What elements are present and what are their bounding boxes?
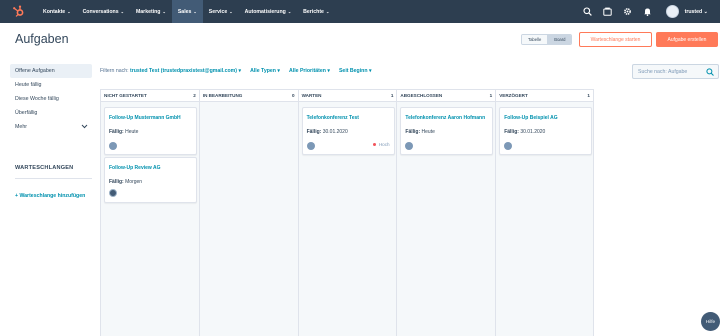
nav-item-sales[interactable]: Sales ⌄ <box>171 0 203 23</box>
chevron-down-icon: ⌄ <box>120 9 124 14</box>
nav-item-berichte[interactable]: Berichte ⌄ <box>297 0 335 23</box>
sidebar-item-due-this-week[interactable]: Diese Woche fällig <box>10 92 92 106</box>
column-header: VERZÖGERT 1 <box>496 89 593 102</box>
sidebar-item-overdue[interactable]: Überfällig <box>10 106 92 120</box>
nav-item-kontakte[interactable]: Kontakte ⌄ <box>37 0 77 23</box>
task-title[interactable]: Telefonkonferenz Test <box>307 115 359 121</box>
column-header: ABGESCHLOSSEN 1 <box>397 89 496 102</box>
owner-avatar[interactable] <box>109 142 117 150</box>
column-count: 2 <box>193 93 196 98</box>
sidebar-item-due-today[interactable]: Heute fällig <box>10 78 92 92</box>
priority-badge: Hoch <box>372 142 390 147</box>
view-toggle: Tabelle Board <box>521 34 573 45</box>
account-menu[interactable]: trusted ⌄ <box>685 9 708 15</box>
filter-bar: Filtern nach: trusted Test (trustedpraxi… <box>100 68 372 74</box>
search-icon <box>706 68 714 78</box>
board-column-completed: ABGESCHLOSSEN 1 Telefonkonferenz Aaron H… <box>396 89 496 336</box>
column-header: WARTEN 1 <box>298 89 397 102</box>
caret-down-icon: ▾ <box>368 68 372 74</box>
task-due: Fällig: 30.01.2020 <box>504 129 546 135</box>
owner-avatar[interactable] <box>405 142 414 150</box>
nav-item-service[interactable]: Service ⌄ <box>203 0 239 23</box>
marketplace-icon[interactable] <box>602 7 612 16</box>
chevron-down-icon: ⌄ <box>193 9 197 14</box>
column-count: 1 <box>489 93 493 98</box>
view-table-button[interactable]: Tabelle <box>522 35 548 44</box>
chevron-down-icon: ⌄ <box>287 9 292 14</box>
column-header: IN BEARBEITUNG 0 <box>199 89 298 102</box>
chevron-down-icon: ⌄ <box>67 9 71 14</box>
task-title[interactable]: Follow-Up Mustermann GmbH <box>109 115 181 121</box>
task-search-input[interactable]: Suche nach: Aufgabe <box>632 64 719 79</box>
nav-item-automatisierung[interactable]: Automatisierung ⌄ <box>239 0 298 23</box>
board-column-waiting: WARTEN 1 Telefonkonferenz Test Fällig: 3… <box>297 89 397 336</box>
chevron-down-icon: ⌄ <box>229 9 233 14</box>
sidebar-item-open-tasks[interactable]: Offene Aufgaben <box>10 64 92 78</box>
hubspot-logo-icon[interactable] <box>12 5 25 18</box>
column-count: 0 <box>292 93 295 98</box>
account-avatar[interactable] <box>665 5 679 18</box>
owner-avatar[interactable] <box>306 142 315 150</box>
nav-item-conversations[interactable]: Conversations ⌄ <box>77 0 130 23</box>
caret-down-icon: ▾ <box>327 68 330 74</box>
search-icon[interactable] <box>583 7 592 16</box>
create-task-button[interactable]: Aufgabe erstellen <box>656 32 718 47</box>
add-queue-link[interactable]: + Warteschlange hinzufügen <box>15 193 85 199</box>
task-card[interactable]: Follow-Up Review AG Fällig: Morgen <box>104 157 197 203</box>
column-count: 1 <box>587 93 590 98</box>
task-title[interactable]: Telefonkonferenz Aaron Hofmann <box>405 115 485 121</box>
caret-down-icon: ▾ <box>238 68 242 74</box>
date-filter-dropdown[interactable]: Seit Beginn ▾ <box>339 68 372 74</box>
nav-item-marketing[interactable]: Marketing ⌄ <box>130 0 172 23</box>
owner-avatar[interactable] <box>109 189 117 197</box>
page-title: Aufgaben <box>15 32 69 46</box>
board-column-not-started: NICHT GESTARTET 2 Follow-Up Mustermann G… <box>100 89 199 336</box>
type-filter-dropdown[interactable]: Alle Typen ▾ <box>250 68 280 74</box>
priority-filter-dropdown[interactable]: Alle Prioritäten ▾ <box>289 68 330 74</box>
chevron-down-icon: ⌄ <box>703 8 708 15</box>
board-column-in-progress: IN BEARBEITUNG 0 <box>198 89 298 336</box>
priority-dot-icon <box>372 143 376 146</box>
nav-right-tools: trusted ⌄ <box>583 0 720 23</box>
task-title[interactable]: Follow-Up Review AG <box>109 165 160 171</box>
chevron-down-icon: ⌄ <box>162 9 166 14</box>
task-views-sidebar: Offene Aufgaben Heute fällig Diese Woche… <box>10 64 92 134</box>
task-card[interactable]: Follow-Up Beispiel AG Fällig: 30.01.2020 <box>499 107 593 155</box>
owner-avatar[interactable] <box>504 142 513 150</box>
task-due: Fällig: Heute <box>109 129 139 135</box>
gear-icon[interactable] <box>623 7 632 16</box>
divider <box>15 178 92 179</box>
board-column-deferred: VERZÖGERT 1 Follow-Up Beispiel AG Fällig… <box>495 89 594 336</box>
owner-filter-dropdown[interactable]: trusted Test (trustedpraxistest@gmail.co… <box>130 68 241 74</box>
column-header: NICHT GESTARTET 2 <box>101 89 199 102</box>
view-board-button[interactable]: Board <box>547 35 572 44</box>
bell-icon[interactable] <box>643 7 652 16</box>
task-due: Fällig: Morgen <box>109 179 143 185</box>
task-due: Fällig: Heute <box>405 129 435 135</box>
column-count: 1 <box>390 93 394 98</box>
task-title[interactable]: Follow-Up Beispiel AG <box>504 115 557 121</box>
chevron-down-icon: ⌄ <box>325 9 330 14</box>
chevron-down-icon <box>81 124 88 131</box>
task-card[interactable]: Telefonkonferenz Aaron Hofmann Fällig: H… <box>400 107 494 155</box>
task-due: Fällig: 30.01.2020 <box>306 129 348 135</box>
filter-prefix-label: Filtern nach: <box>100 68 129 74</box>
caret-down-icon: ▾ <box>277 68 280 74</box>
start-queue-button[interactable]: Warteschlange starten <box>579 32 652 47</box>
task-card[interactable]: Follow-Up Mustermann GmbH Fällig: Heute <box>104 107 197 155</box>
help-button[interactable]: Hilfe <box>701 312 720 331</box>
sidebar-item-more[interactable]: Mehr <box>10 120 92 134</box>
top-navigation: Kontakte ⌄ Conversations ⌄ Marketing ⌄ Sale… <box>0 0 720 23</box>
task-board: NICHT GESTARTET 2 Follow-Up Mustermann G… <box>100 89 594 336</box>
task-card[interactable]: Telefonkonferenz Test Fällig: 30.01.2020… <box>301 107 395 155</box>
queues-heading: WARTESCHLANGEN <box>15 165 74 171</box>
